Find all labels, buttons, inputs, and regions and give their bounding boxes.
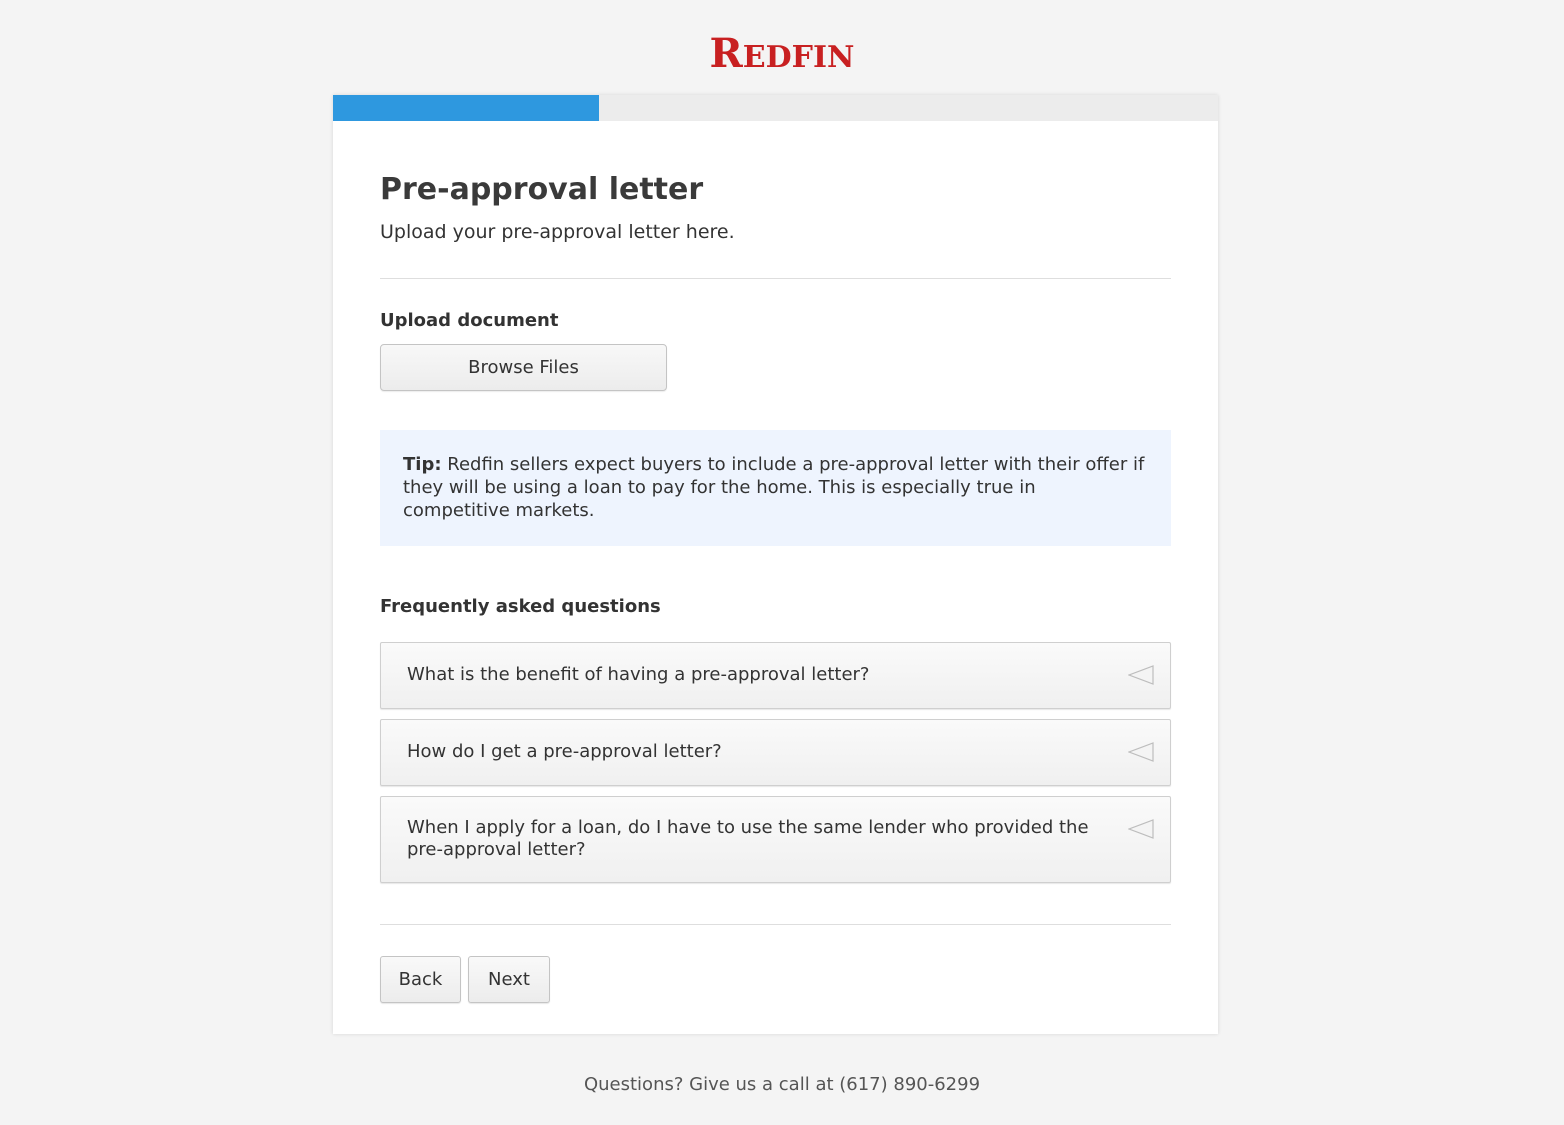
tip-text: Redfin sellers expect buyers to include …	[403, 454, 1145, 521]
faq-question: What is the benefit of having a pre-appr…	[407, 664, 870, 685]
redfin-logo[interactable]: REDFIN	[0, 30, 1564, 82]
support-phone-footer: Questions? Give us a call at (617) 890-6…	[583, 1074, 981, 1095]
faq-item-how-to-get[interactable]: How do I get a pre-approval letter?	[380, 719, 1171, 786]
faq-question: When I apply for a loan, do I have to us…	[407, 817, 1089, 860]
progress-bar	[333, 95, 1218, 121]
faq-heading: Frequently asked questions	[380, 596, 661, 617]
progress-bar-fill	[333, 95, 599, 121]
section-divider-top	[380, 278, 1171, 279]
collapse-arrow-icon	[1128, 819, 1154, 839]
page-subtitle: Upload your pre-approval letter here.	[380, 221, 735, 243]
page-title: Pre-approval letter	[380, 172, 704, 207]
back-button[interactable]: Back	[380, 956, 461, 1003]
next-button[interactable]: Next	[468, 956, 550, 1003]
tip-label: Tip:	[403, 454, 442, 475]
form-card: Pre-approval letter Upload your pre-appr…	[333, 95, 1218, 1034]
collapse-arrow-icon	[1128, 742, 1154, 762]
logo-initial: R	[709, 30, 743, 77]
faq-question: How do I get a pre-approval letter?	[407, 741, 722, 762]
faq-item-same-lender[interactable]: When I apply for a loan, do I have to us…	[380, 796, 1171, 883]
tip-box: Tip: Redfin sellers expect buyers to inc…	[380, 430, 1171, 546]
section-divider-bottom	[380, 924, 1171, 925]
collapse-arrow-icon	[1128, 665, 1154, 685]
faq-item-benefit[interactable]: What is the benefit of having a pre-appr…	[380, 642, 1171, 709]
browse-files-button[interactable]: Browse Files	[380, 344, 667, 391]
logo-rest: EDFIN	[742, 40, 855, 75]
upload-document-label: Upload document	[380, 310, 559, 331]
